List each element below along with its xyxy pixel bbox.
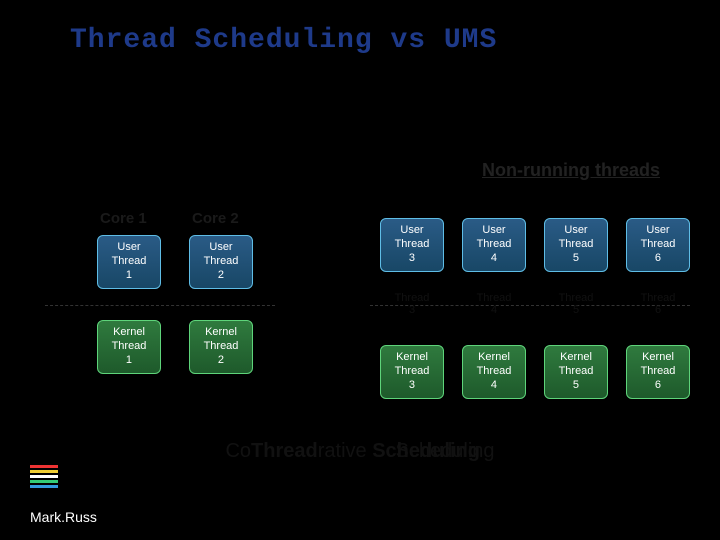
decorative-stripes [30, 465, 58, 490]
label-part-thread: Thread [251, 440, 318, 462]
kernel-thread-2: KernelThread2 [189, 320, 253, 374]
divider-line-left [45, 305, 275, 306]
kernel-thread-3: KernelThread3 [380, 345, 444, 399]
label-part-co: Co [225, 440, 251, 462]
core-1-label: Core 1 [100, 210, 147, 227]
label-part-scheduling-light: Scheduling [390, 440, 495, 462]
user-thread-5: UserThread5 [544, 218, 608, 272]
user-thread-2: UserThread2 [189, 235, 253, 289]
page-title: Thread Scheduling vs UMS [70, 25, 497, 56]
user-thread-1: UserThread1 [97, 235, 161, 289]
kernel-thread-4: KernelThread4 [462, 345, 526, 399]
thread-3-label: Thread3 [380, 292, 444, 316]
label-part-rative: rative [318, 440, 367, 462]
thread-5-label: Thread5 [544, 292, 608, 316]
kernel-thread-5: KernelThread5 [544, 345, 608, 399]
user-thread-3: UserThread3 [380, 218, 444, 272]
core-2-label: Core 2 [192, 210, 239, 227]
thread-4-label: Thread4 [462, 292, 526, 316]
kernel-thread-6: KernelThread6 [626, 345, 690, 399]
section-non-running: Non-running threads [482, 160, 660, 181]
user-thread-6: UserThread6 [626, 218, 690, 272]
scheduling-label: CoThreadrative Scheduling Scheduling [0, 440, 720, 463]
thread-6-label: Thread6 [626, 292, 690, 316]
kernel-thread-1: KernelThread1 [97, 320, 161, 374]
user-thread-4: UserThread4 [462, 218, 526, 272]
author-footer: Mark.Russ [30, 509, 97, 525]
